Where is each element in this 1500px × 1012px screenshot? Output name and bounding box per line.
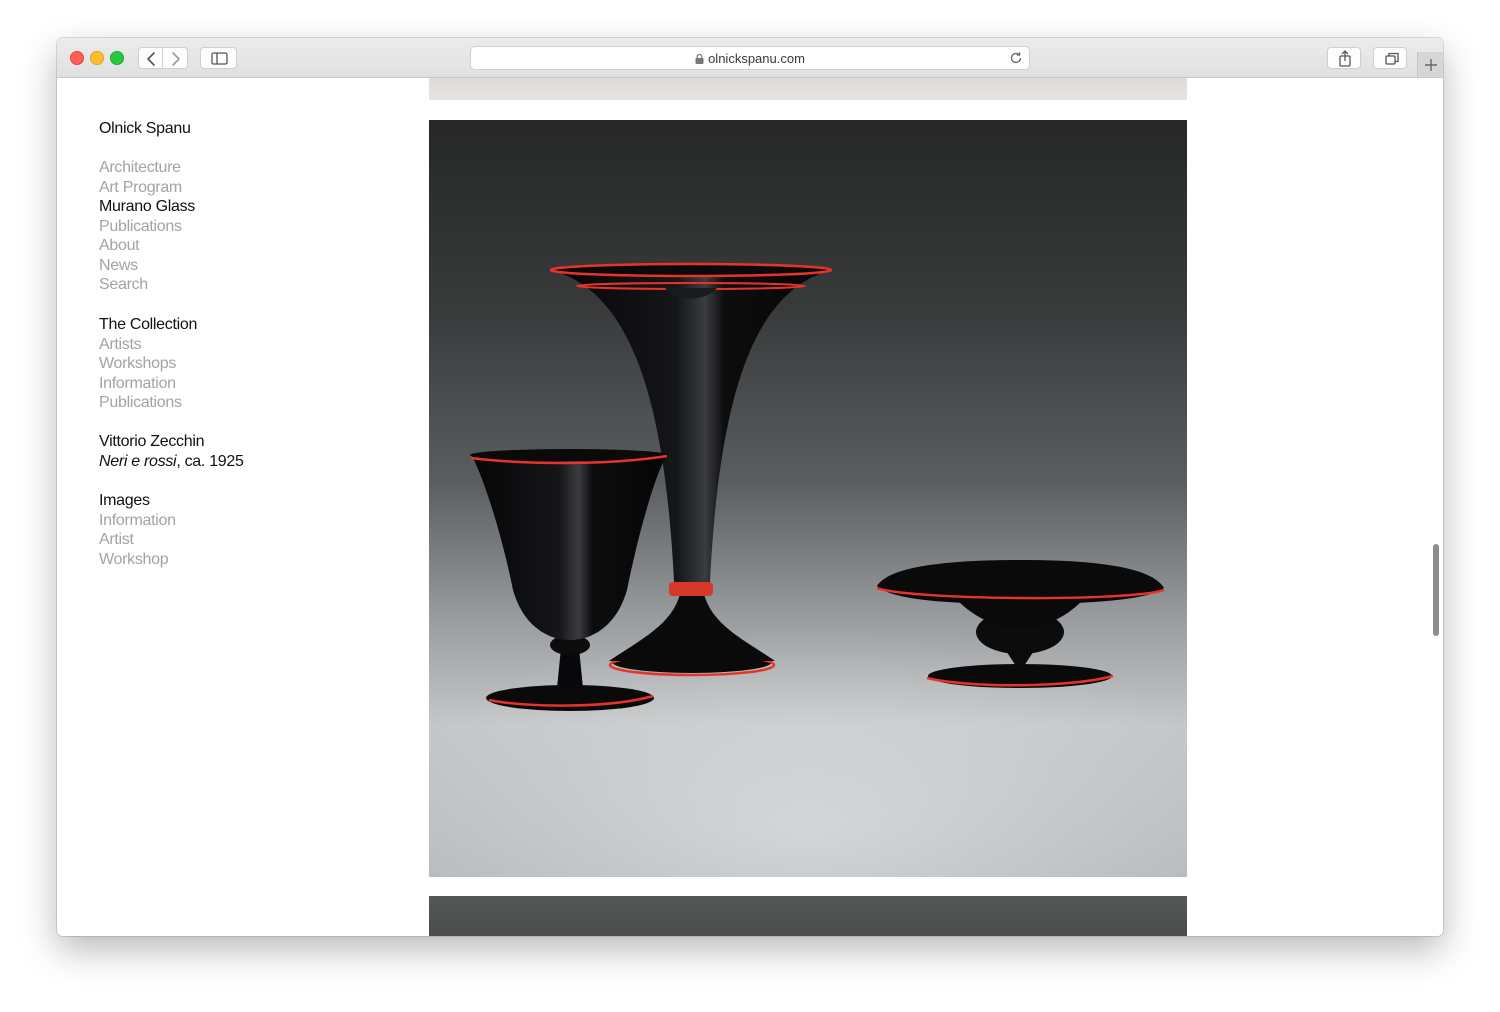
nav-item-art-program[interactable]: Art Program <box>99 178 195 198</box>
work-date: , ca. 1925 <box>176 452 244 470</box>
address-url: olnickspanu.com <box>471 51 1029 66</box>
images-heading[interactable]: Images <box>99 491 176 511</box>
images-item-workshop[interactable]: Workshop <box>99 550 176 570</box>
back-button[interactable] <box>138 47 163 69</box>
tab-overview-button[interactable] <box>1373 47 1407 69</box>
collection-nav: The Collection Artists Workshops Informa… <box>99 315 197 413</box>
tabs-overview-icon <box>1385 52 1399 65</box>
reload-icon[interactable] <box>1009 51 1023 65</box>
nav-item-murano-glass[interactable]: Murano Glass <box>99 197 195 217</box>
nav-item-about[interactable]: About <box>99 236 195 256</box>
lock-icon <box>695 54 704 64</box>
work-title: Neri e rossi <box>99 452 177 470</box>
url-text: olnickspanu.com <box>708 51 805 66</box>
images-item-information[interactable]: Information <box>99 511 176 531</box>
share-icon <box>1339 50 1351 67</box>
chevron-right-icon <box>172 52 180 66</box>
nav-item-search[interactable]: Search <box>99 275 195 295</box>
collection-heading[interactable]: The Collection <box>99 315 197 335</box>
collection-item-artists[interactable]: Artists <box>99 335 197 355</box>
nav-item-news[interactable]: News <box>99 256 195 276</box>
chevron-left-icon <box>147 52 155 66</box>
browser-toolbar: olnickspanu.com <box>57 38 1443 78</box>
previous-image-edge[interactable] <box>429 78 1187 100</box>
collection-item-publications[interactable]: Publications <box>99 393 197 413</box>
close-window-button[interactable] <box>70 51 84 65</box>
site-title[interactable]: Olnick Spanu <box>99 119 191 139</box>
plus-icon <box>1425 59 1437 71</box>
vertical-scrollbar[interactable] <box>1433 544 1439 636</box>
sidebar-toggle-button[interactable] <box>200 47 237 69</box>
zoom-window-button[interactable] <box>110 51 124 65</box>
glass-vessels-illustration <box>429 262 1187 877</box>
screenshot-stage: olnickspanu.com Olnick Spanu Architectur… <box>0 0 1500 1012</box>
work-artist: Vittorio Zecchin <box>99 433 205 450</box>
images-nav: Images Information Artist Workshop <box>99 491 176 569</box>
nav-item-architecture[interactable]: Architecture <box>99 158 195 178</box>
new-tab-button[interactable] <box>1417 52 1443 77</box>
collection-item-workshops[interactable]: Workshops <box>99 354 197 374</box>
work-title-line: Neri e rossi, ca. 1925 <box>99 452 244 472</box>
page-content: Olnick Spanu Architecture Art Program Mu… <box>57 78 1443 936</box>
collection-item-information[interactable]: Information <box>99 374 197 394</box>
nav-item-publications[interactable]: Publications <box>99 217 195 237</box>
main-nav: Architecture Art Program Murano Glass Pu… <box>99 158 195 295</box>
sidebar-icon <box>211 52 228 65</box>
images-item-artist[interactable]: Artist <box>99 530 176 550</box>
forward-button[interactable] <box>163 47 188 69</box>
address-bar[interactable]: olnickspanu.com <box>470 46 1030 70</box>
browser-window: olnickspanu.com Olnick Spanu Architectur… <box>57 38 1443 936</box>
work-info: Vittorio Zecchin Neri e rossi, ca. 1925 <box>99 432 244 471</box>
share-button[interactable] <box>1327 47 1361 69</box>
next-image-edge[interactable] <box>429 896 1187 936</box>
minimize-window-button[interactable] <box>90 51 104 65</box>
glass-photo[interactable] <box>429 120 1187 877</box>
